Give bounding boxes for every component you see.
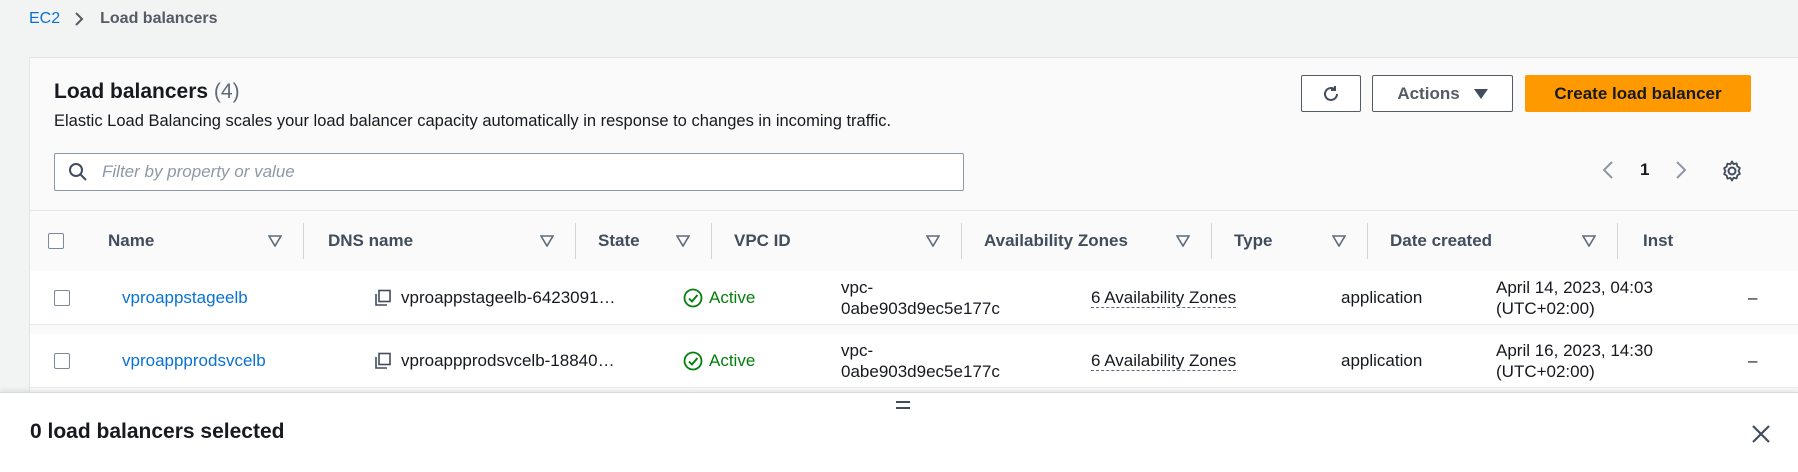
column-label: Date created <box>1390 231 1493 250</box>
az-cell: 6 Availability Zones <box>1091 271 1237 324</box>
status-badge: Active <box>683 288 755 308</box>
row-checkbox[interactable] <box>54 352 70 369</box>
vpc-id-line1: vpc- <box>841 277 874 297</box>
close-icon[interactable] <box>1750 423 1772 445</box>
vpc-id-line1: vpc- <box>841 340 874 360</box>
column-header-type[interactable]: Type <box>1212 211 1368 271</box>
date-cell: April 14, 2023, 04:03 (UTC+02:00) <box>1496 271 1653 324</box>
name-cell: vproappprodsvcelb <box>122 334 266 387</box>
column-label: State <box>598 231 640 250</box>
sort-icon[interactable] <box>540 235 554 247</box>
create-load-balancer-button[interactable]: Create load balancer <box>1525 75 1751 112</box>
column-header-dns[interactable]: DNS name <box>304 211 576 271</box>
sort-icon[interactable] <box>926 235 940 247</box>
gear-icon[interactable] <box>1720 159 1744 183</box>
check-circle-icon <box>683 351 703 370</box>
vpc-id-line2: 0abe903d9ec5e177c <box>841 361 1000 381</box>
sort-icon[interactable] <box>268 235 282 247</box>
vpc-cell: vpc- 0abe903d9ec5e177c <box>841 271 1000 324</box>
row-checkbox[interactable] <box>54 289 70 306</box>
table-header: Name DNS name State VPC ID Availability … <box>30 210 1798 272</box>
copy-icon[interactable] <box>374 352 392 370</box>
select-all-checkbox[interactable] <box>48 233 64 249</box>
availability-zones-popover[interactable]: 6 Availability Zones <box>1091 288 1237 308</box>
az-cell: 6 Availability Zones <box>1091 334 1237 387</box>
column-header-az[interactable]: Availability Zones <box>962 211 1212 271</box>
column-label: VPC ID <box>734 231 791 250</box>
status-text: Active <box>709 287 756 307</box>
sort-icon[interactable] <box>676 235 690 247</box>
dns-cell: vproappprodsvcelb-18840… <box>374 334 615 387</box>
search-icon <box>69 163 87 181</box>
page-title: Load balancers (4) <box>54 80 240 104</box>
date-line1: April 16, 2023, 14:30 <box>1496 340 1653 360</box>
column-header-state[interactable]: State <box>576 211 712 271</box>
date-line2: (UTC+02:00) <box>1496 298 1595 318</box>
status-text: Active <box>709 350 756 370</box>
breadcrumb: EC2 Load balancers <box>29 10 218 28</box>
date-cell: April 16, 2023, 14:30 (UTC+02:00) <box>1496 334 1653 387</box>
column-label: Availability Zones <box>984 231 1128 250</box>
breadcrumb-ec2-link[interactable]: EC2 <box>29 10 60 28</box>
column-label: Name <box>108 231 155 250</box>
state-cell: Active <box>683 334 755 387</box>
column-header-vpc[interactable]: VPC ID <box>712 211 962 271</box>
actions-dropdown-button[interactable]: Actions <box>1372 75 1513 112</box>
item-count: (4) <box>213 80 240 103</box>
column-header-inst[interactable]: Inst <box>1618 211 1798 271</box>
table-row[interactable]: vproappprodsvcelb vproappprodsvcelb-1884… <box>30 334 1798 388</box>
refresh-button[interactable] <box>1301 75 1361 112</box>
chevron-right-icon <box>75 12 84 26</box>
dns-cell: vproappstageelb-6423091… <box>374 271 616 324</box>
sort-icon[interactable] <box>1332 235 1346 247</box>
page-title-text: Load balancers <box>54 80 209 103</box>
type-cell: application <box>1341 350 1423 370</box>
caret-down-icon <box>1473 88 1488 99</box>
check-circle-icon <box>683 288 703 307</box>
inst-cell: – <box>1748 350 1758 370</box>
pagination: 1 <box>1600 159 1689 181</box>
resize-handle-icon[interactable] <box>895 400 911 410</box>
date-line2: (UTC+02:00) <box>1496 361 1595 381</box>
availability-zones-popover[interactable]: 6 Availability Zones <box>1091 351 1237 371</box>
state-cell: Active <box>683 271 755 324</box>
select-all-cell <box>48 211 88 271</box>
column-label: Inst <box>1643 231 1674 250</box>
row-select-cell <box>54 334 70 387</box>
vpc-cell: vpc- 0abe903d9ec5e177c <box>841 334 1000 387</box>
refresh-icon <box>1324 85 1338 101</box>
actions-label: Actions <box>1397 83 1460 103</box>
load-balancer-link[interactable]: vproappstageelb <box>122 288 248 308</box>
load-balancer-link[interactable]: vproappprodsvcelb <box>122 351 266 371</box>
page-number[interactable]: 1 <box>1640 160 1649 180</box>
table-row[interactable]: vproappstageelb vproappstageelb-6423091…… <box>30 271 1798 325</box>
type-cell: application <box>1341 287 1423 307</box>
dns-name: vproappprodsvcelb-18840… <box>401 350 615 370</box>
filter-input[interactable] <box>100 161 924 183</box>
previous-page-icon[interactable] <box>1600 159 1616 181</box>
dns-name: vproappstageelb-6423091… <box>401 287 616 307</box>
inst-cell: – <box>1748 287 1758 307</box>
column-label: DNS name <box>328 231 414 250</box>
date-line1: April 14, 2023, 04:03 <box>1496 277 1653 297</box>
column-header-date[interactable]: Date created <box>1368 211 1618 271</box>
sort-icon[interactable] <box>1176 235 1190 247</box>
status-badge: Active <box>683 351 755 371</box>
filter-search <box>54 153 964 191</box>
sort-icon[interactable] <box>1582 235 1596 247</box>
row-select-cell <box>54 271 70 324</box>
page-description: Elastic Load Balancing scales your load … <box>54 112 892 130</box>
column-header-name[interactable]: Name <box>88 211 304 271</box>
vpc-id-line2: 0abe903d9ec5e177c <box>841 298 1000 318</box>
copy-icon[interactable] <box>374 289 392 307</box>
name-cell: vproappstageelb <box>122 271 248 324</box>
next-page-icon[interactable] <box>1673 159 1689 181</box>
column-label: Type <box>1234 231 1273 250</box>
split-panel: 0 load balancers selected <box>0 392 1798 472</box>
breadcrumb-current: Load balancers <box>100 10 218 27</box>
split-panel-heading: 0 load balancers selected <box>30 420 285 443</box>
